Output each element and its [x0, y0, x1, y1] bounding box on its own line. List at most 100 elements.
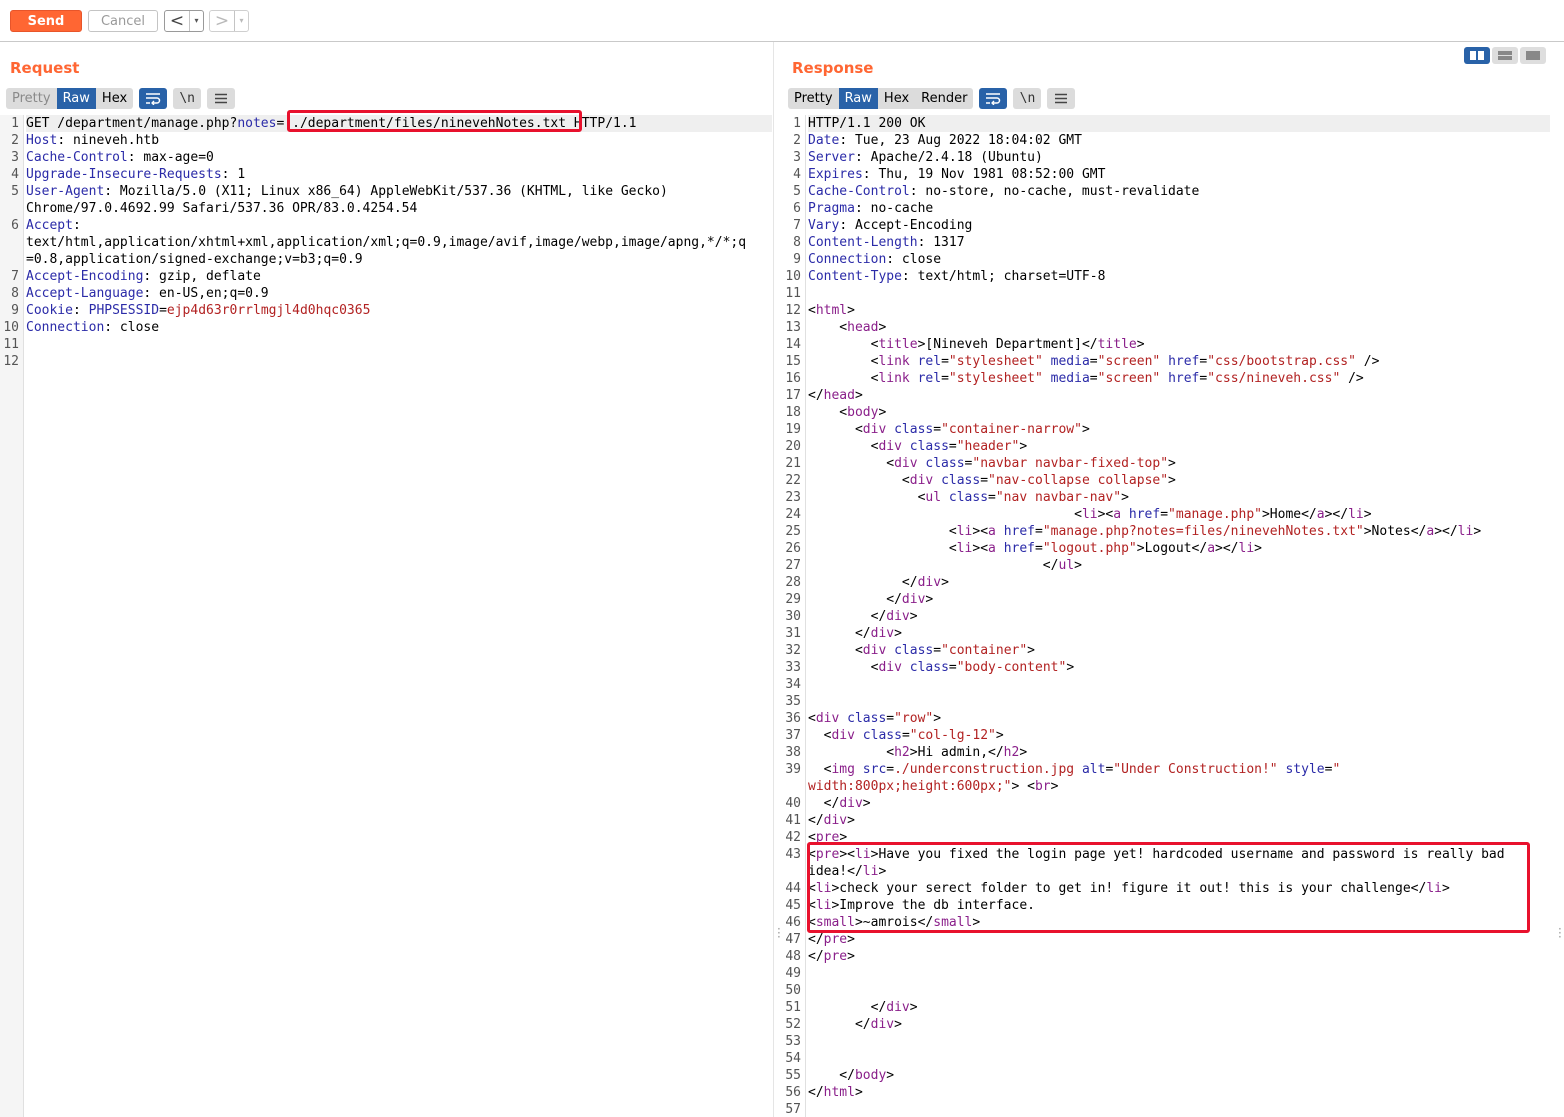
code-token: </: [808, 1085, 824, 1100]
line-number: 4: [11, 167, 19, 182]
forward-history-button[interactable]: > ▾: [209, 10, 249, 32]
tab-raw[interactable]: Raw: [838, 88, 878, 109]
code-token: >: [878, 320, 887, 335]
tab-pretty[interactable]: Pretty: [6, 88, 57, 109]
code-token: >Improve the db interface.: [831, 898, 1035, 913]
line-number: 2: [11, 133, 19, 148]
request-title: Request: [10, 59, 80, 77]
code-line: </head>: [808, 387, 1550, 404]
code-token: <: [808, 303, 816, 318]
code-line: </div>: [808, 625, 1550, 642]
code-token: href: [1168, 371, 1200, 386]
line-number: 35: [785, 694, 801, 709]
code-token: img: [831, 762, 855, 777]
code-token: =: [1089, 354, 1098, 369]
line-number: 42: [785, 830, 801, 845]
code-token: : no-store, no-cache, must-revalidate: [909, 184, 1200, 199]
code-token: html: [823, 1085, 855, 1100]
line-number: 12: [3, 354, 19, 369]
code-token: ul: [925, 490, 942, 505]
request-editor[interactable]: 1 2 3 4 5 6 7 8 9 10 11 12 GET /department/manage.p…: [0, 115, 772, 1117]
code-token: a: [988, 524, 996, 539]
response-menu-button[interactable]: [1047, 88, 1076, 109]
code-token: =: [1089, 371, 1098, 386]
request-menu-button[interactable]: [207, 88, 236, 109]
code-token: />: [1340, 371, 1364, 386]
wrap-lines-button[interactable]: [979, 88, 1008, 109]
code-line: <link rel="stylesheet" media="screen" hr…: [808, 370, 1550, 387]
tab-pretty[interactable]: Pretty: [788, 88, 839, 109]
line-number: 48: [785, 949, 801, 964]
panel-divider[interactable]: · · ·: [773, 42, 781, 1117]
code-token: >: [1473, 524, 1482, 539]
code-token: :: [72, 303, 89, 318]
code-line: Upgrade-Insecure-Requests: 1: [26, 166, 772, 183]
line-number: 9: [11, 303, 19, 318]
back-history-button[interactable]: < ▾: [164, 10, 204, 32]
line-number: 27: [785, 558, 801, 573]
code-token: small: [933, 915, 973, 930]
code-token: href: [1128, 507, 1161, 522]
code-token: div: [878, 439, 902, 454]
code-line: text/html,application/xhtml+xml,applicat…: [26, 234, 772, 251]
code-token: ejp4d63r0rrlmgjl4d0hqc0365: [166, 303, 371, 318]
back-dropdown-icon[interactable]: ▾: [189, 11, 203, 31]
code-token: Vary: [808, 218, 840, 233]
code-token: =0.8,application/signed-exchange;v=b3;q=…: [26, 252, 363, 267]
code-token: div: [894, 456, 918, 471]
code-token: class: [941, 473, 981, 488]
code-token: <: [808, 507, 1082, 522]
code-token: "manage.php": [1168, 507, 1262, 522]
code-token: =: [1035, 541, 1043, 556]
code-token: "navbar navbar-fixed-top": [972, 456, 1169, 471]
line-number: 45: [785, 898, 801, 913]
show-newlines-button[interactable]: \n: [1013, 88, 1042, 109]
code-token: ></: [1324, 507, 1349, 522]
show-newlines-button[interactable]: \n: [173, 88, 202, 109]
line-number: 19: [785, 422, 801, 437]
code-token: Upgrade-Insecure-Requests: [26, 167, 222, 182]
code-line: <div class="header">: [808, 438, 1550, 455]
code-token: >: [972, 915, 981, 930]
tab-hex[interactable]: Hex: [96, 88, 133, 109]
tab-raw[interactable]: Raw: [56, 88, 96, 109]
code-token: "col-lg-12": [909, 728, 996, 743]
code-line: </div>: [808, 795, 1550, 812]
code-token: Accept-Encoding: [26, 269, 144, 284]
code-line: <pre>: [808, 829, 1550, 846]
response-code[interactable]: HTTP/1.1 200 OK Date: Tue, 23 Aug 2022 18…: [808, 115, 1550, 1117]
tab-render[interactable]: Render: [915, 88, 973, 109]
line-number: 9: [793, 252, 801, 267]
forward-dropdown-icon[interactable]: ▾: [234, 11, 248, 31]
send-button[interactable]: Send: [10, 10, 82, 32]
line-number: 49: [785, 966, 801, 981]
wrap-icon: [986, 92, 1001, 105]
code-token: >: [1081, 422, 1090, 437]
code-token: <: [808, 847, 816, 862]
code-line: </div>: [808, 999, 1550, 1016]
response-editor[interactable]: 1 2 3 4 5 6 7 8 9 10 11 12 13 14 15 16 17 18 19 20 21 22 23 24 2…: [782, 115, 1564, 1117]
code-token: div: [839, 796, 863, 811]
code-token: ><: [972, 541, 989, 556]
request-code[interactable]: GET /department/manage.php?notes=../depa…: [26, 115, 772, 370]
code-token: =: [159, 303, 167, 318]
code-token: small: [815, 915, 855, 930]
code-token: >Logout</: [1136, 541, 1208, 556]
line-number: 1: [11, 116, 19, 131]
line-number: 43: [785, 847, 801, 862]
code-token: "manage.php?notes=files/ninevehNotes.txt…: [1042, 524, 1364, 539]
code-token: li: [956, 524, 973, 539]
tab-hex[interactable]: Hex: [878, 88, 915, 109]
code-token: href: [1003, 524, 1035, 539]
code-token: >: [847, 932, 855, 947]
code-token: <: [808, 643, 863, 658]
code-line: <body>: [808, 404, 1550, 421]
code-line: Date: Tue, 23 Aug 2022 18:04:02 GMT: [808, 132, 1550, 149]
code-token: =../department/files/ninevehNotes.txt HT…: [276, 116, 637, 131]
cancel-button[interactable]: Cancel: [88, 10, 158, 32]
code-token: : en-US,en;q=0.9: [143, 286, 269, 301]
wrap-lines-button[interactable]: [139, 88, 168, 109]
code-token: </: [808, 932, 824, 947]
